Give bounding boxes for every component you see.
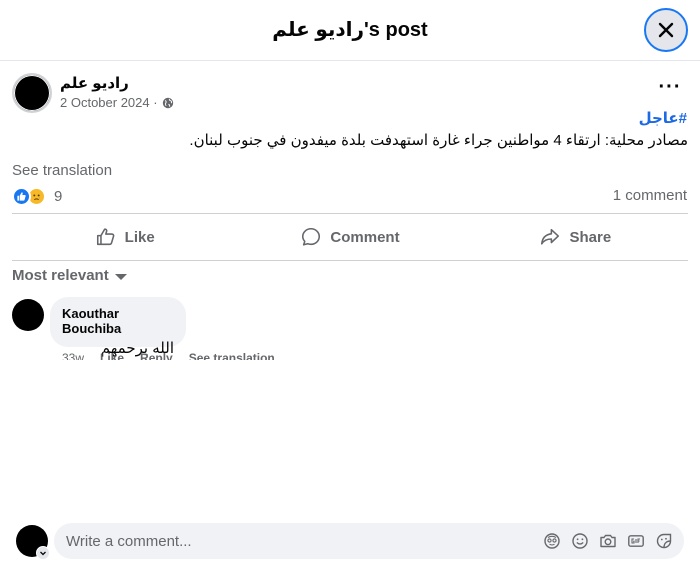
comment-like-link[interactable]: Like — [100, 351, 124, 360]
more-icon: ··· — [658, 76, 682, 98]
reaction-count: 9 — [54, 187, 63, 205]
comment-input[interactable] — [66, 532, 542, 550]
thumbs-up-icon — [96, 228, 115, 246]
post-date[interactable]: 2 October 2024 · — [60, 95, 158, 110]
globe-icon — [162, 97, 173, 108]
comment-bubble-icon — [302, 227, 321, 246]
share-button[interactable]: Share — [463, 214, 688, 260]
caret-down-icon — [114, 273, 127, 280]
emoji-button[interactable] — [570, 531, 590, 551]
like-reaction-icon — [12, 186, 31, 206]
author-name[interactable]: راديو علم — [60, 74, 129, 92]
like-label: Like — [124, 228, 155, 246]
avatar-sticker-icon — [544, 533, 560, 549]
comment-time[interactable]: 33w — [62, 351, 84, 360]
post-hashtag[interactable]: #عاجل — [639, 109, 687, 127]
action-bar: Like Comment Share — [12, 214, 688, 260]
commenter-name[interactable]: Kaouthar Bouchiba — [62, 306, 174, 336]
comment-meta: 33w Like Reply See translation — [62, 351, 275, 360]
dialog-header: راديو علم's post — [0, 0, 700, 61]
post-text: مصادر محلية: ارتقاء 4 مواطنين جراء غارة … — [189, 132, 688, 149]
avatar-sticker-button[interactable] — [542, 531, 562, 551]
close-button[interactable] — [644, 8, 688, 52]
chevron-down-icon — [40, 551, 46, 556]
comment-label: Comment — [330, 228, 400, 246]
commenter-avatar[interactable] — [12, 299, 44, 331]
camera-button[interactable] — [598, 531, 618, 551]
sticker-button[interactable] — [654, 531, 674, 551]
comment-count-link[interactable]: 1 comment — [613, 187, 687, 204]
more-options-button[interactable]: ··· — [656, 77, 684, 100]
comment-sort-dropdown[interactable]: Most relevant — [12, 267, 127, 284]
divider — [12, 260, 688, 261]
emoji-icon — [572, 533, 588, 549]
close-icon — [658, 22, 674, 38]
reaction-summary[interactable]: 9 — [12, 186, 62, 206]
composer-tools — [542, 531, 684, 551]
profile-switch-badge[interactable] — [36, 546, 50, 560]
comment-translate-link[interactable]: See translation — [189, 351, 275, 360]
gif-button[interactable] — [626, 531, 646, 551]
comment-reply-link[interactable]: Reply — [140, 351, 173, 360]
comment-sort-label: Most relevant — [12, 267, 109, 284]
camera-icon — [600, 534, 616, 548]
post-meta: 2 October 2024 · — [60, 95, 174, 110]
share-label: Share — [569, 228, 612, 246]
see-translation-link[interactable]: See translation — [12, 162, 112, 179]
comment-button[interactable]: Comment — [237, 214, 462, 260]
dialog-title: راديو علم's post — [272, 19, 428, 41]
comment-composer — [54, 523, 684, 559]
sticker-icon — [656, 533, 672, 549]
author-avatar[interactable] — [12, 73, 52, 113]
like-button[interactable]: Like — [12, 214, 237, 260]
share-arrow-icon — [541, 228, 560, 245]
gif-icon — [628, 535, 644, 547]
comment-bubble: Kaouthar Bouchiba الله يرحمهم — [50, 297, 186, 357]
